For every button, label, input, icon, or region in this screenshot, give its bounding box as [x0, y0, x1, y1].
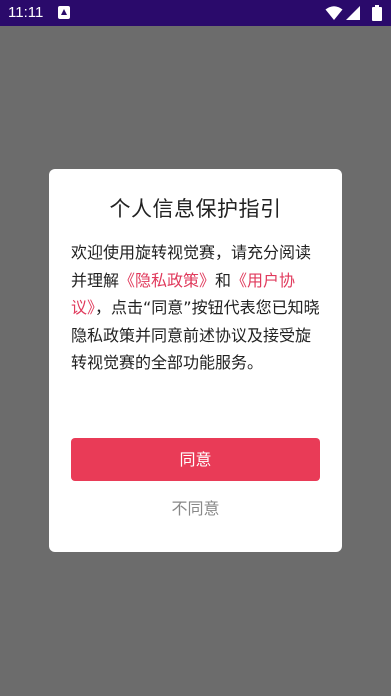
dialog-title: 个人信息保护指引: [109, 197, 282, 221]
body-text-consent: ，点击“同意”按钮代表您已知晓隐私政策并同意前述协议及接受旋转视觉赛的全部功能服…: [71, 298, 320, 372]
battery-icon: [372, 5, 382, 21]
body-text-and: 和: [215, 270, 232, 290]
signal-icon: [346, 6, 360, 20]
dialog-body: 欢迎使用旋转视觉赛，请充分阅读并理解《隐私政策》和《用户协议》，点击“同意”按钮…: [71, 239, 323, 377]
status-time: 11:11: [8, 4, 44, 21]
privacy-dialog: 个人信息保护指引 欢迎使用旋转视觉赛，请充分阅读并理解《隐私政策》和《用户协议》…: [49, 169, 342, 552]
status-bar: 11:11: [0, 0, 391, 26]
notification-icon: [58, 6, 70, 19]
wifi-icon: [325, 6, 343, 20]
disagree-button[interactable]: 不同意: [49, 498, 342, 520]
privacy-policy-link[interactable]: 《隐私政策》: [119, 271, 215, 290]
agree-button[interactable]: 同意: [71, 438, 320, 481]
